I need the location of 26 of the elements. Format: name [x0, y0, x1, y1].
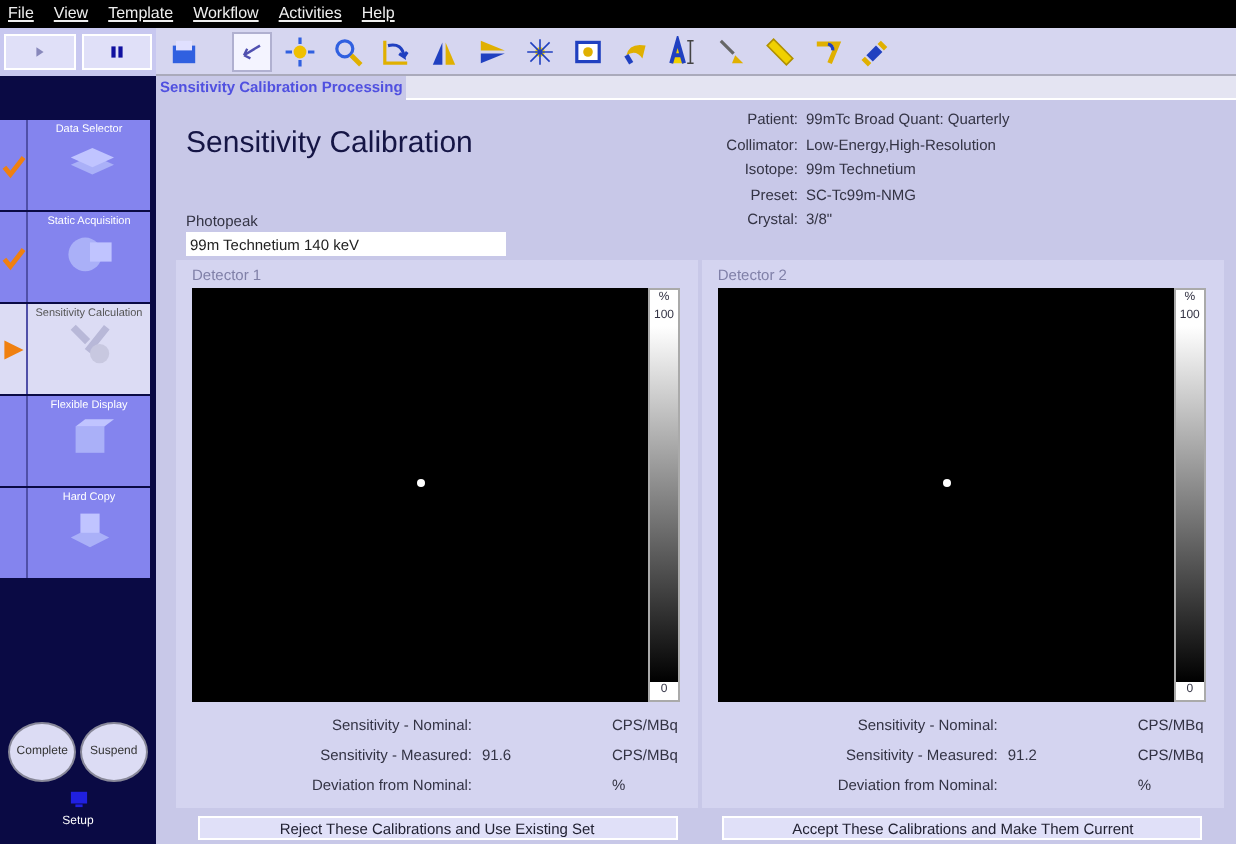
pointer-tool-button[interactable] [232, 31, 272, 71]
menu-item[interactable]: View [53, 2, 89, 26]
window-level-icon [572, 35, 604, 67]
sparkle-icon [524, 35, 556, 67]
menu-item[interactable]: Help [361, 2, 395, 26]
sun-icon [284, 35, 316, 67]
menu-item[interactable]: Template [108, 2, 174, 26]
rotate-icon [380, 35, 412, 67]
menu-item[interactable]: Activities [278, 2, 342, 26]
hotspot-icon [941, 478, 952, 489]
flip-icon [476, 35, 508, 67]
menu-item[interactable]: File [8, 2, 34, 26]
pause-button[interactable] [81, 34, 152, 70]
current-step-icon [1, 335, 25, 363]
page-title: Sensitivity Calibration [186, 126, 475, 162]
monitor-icon [69, 790, 87, 808]
text-tool-icon [668, 35, 700, 67]
menu-item[interactable]: Workflow [193, 2, 259, 26]
annotation-icon [716, 35, 748, 67]
magnifier-icon [332, 35, 364, 67]
hotspot-icon [416, 478, 426, 489]
pause-icon [109, 44, 124, 60]
satellite-icon [860, 35, 892, 67]
play-icon [33, 44, 46, 60]
disk-icon [168, 35, 200, 67]
ruler-icon [764, 35, 796, 67]
